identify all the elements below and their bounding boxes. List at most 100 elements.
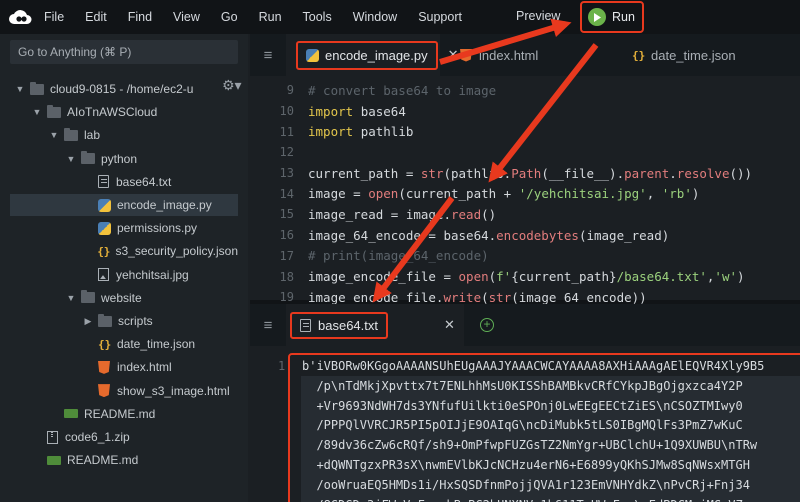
preview-button[interactable]: Preview — [516, 9, 560, 23]
code-text: # convert base64 to image — [308, 82, 497, 98]
menu-go[interactable]: Go — [221, 10, 238, 24]
cloud9-logo[interactable] — [0, 0, 40, 34]
code-editor-pane: ≡ encode_image.py ✕ index.html {} date_t… — [250, 34, 800, 325]
folder-icon — [81, 290, 95, 304]
tree-item[interactable]: README.md — [10, 449, 238, 471]
tab-encode-image[interactable]: encode_image.py ✕ — [286, 34, 459, 76]
tree-item[interactable]: {} s3_security_policy.json — [10, 240, 238, 262]
tree-item[interactable]: {} date_time.json — [10, 333, 238, 355]
tree-item[interactable]: show_s3_image.html — [10, 380, 238, 402]
menu-support[interactable]: Support — [418, 10, 462, 24]
tab-label: date_time.json — [651, 47, 736, 63]
code-line: 14 image = open(current_path + '/yehchits… — [250, 183, 800, 204]
code-text: image_read = image.read() — [308, 206, 497, 222]
tree-item[interactable]: index.html — [10, 356, 238, 378]
line-number: 17 — [279, 248, 294, 263]
chevron-down-icon[interactable]: ▼ — [14, 84, 26, 94]
run-button[interactable]: Run — [580, 1, 644, 33]
line-number: 10 — [279, 104, 294, 119]
tree-item[interactable]: README.md — [10, 403, 238, 425]
line-number: 9 — [286, 83, 294, 98]
chevron-right-icon[interactable]: ▶ — [82, 316, 94, 327]
image-file-icon — [98, 268, 109, 282]
tree-item[interactable]: ▼ AIoTnAWSCloud — [10, 101, 238, 123]
code-text: image = open(current_path + '/yehchitsai… — [308, 186, 700, 202]
tree-item-label: encode_image.py — [117, 198, 212, 212]
go-to-anything-input[interactable]: Go to Anything (⌘ P) — [10, 40, 238, 64]
tree-item[interactable]: ▼ python — [10, 148, 238, 170]
tree-item-label: base64.txt — [116, 174, 172, 189]
close-icon[interactable]: ✕ — [444, 317, 455, 333]
cloud-logo-icon — [9, 10, 32, 24]
code-line: 10 import base64 — [250, 101, 800, 122]
html-file-icon — [98, 384, 110, 398]
code-text: current_path = str(pathlib.Path(__file__… — [308, 165, 753, 181]
menu-run[interactable]: Run — [259, 10, 282, 24]
json-file-icon: {} — [97, 244, 111, 258]
plus-icon: + — [480, 318, 494, 332]
output-line: /ooWruaEQ5HMDs1i/HxSQSDfnmPojjQVA1r123Em… — [302, 477, 750, 492]
tree-item-label: date_time.json — [117, 337, 196, 352]
code-text: image_encode_file.write(str(image_64_enc… — [308, 289, 647, 305]
code-line: 15 image_read = image.read() — [250, 204, 800, 225]
tree-item[interactable]: yehchitsai.jpg — [10, 264, 238, 286]
line-number: 13 — [279, 166, 294, 181]
tree-item-label: show_s3_image.html — [117, 383, 230, 398]
tree-item[interactable]: ▼ website — [10, 287, 238, 309]
tree-item[interactable]: encode_image.py — [10, 194, 238, 216]
folder-icon — [98, 313, 112, 327]
tree-item[interactable]: code6_1.zip — [10, 426, 238, 448]
play-icon — [588, 8, 606, 26]
code-text: import base64 — [308, 103, 406, 119]
tree-item-label: index.html — [117, 360, 172, 375]
json-file-icon: {} — [98, 337, 112, 351]
line-number: 1 — [278, 359, 286, 373]
chevron-down-icon[interactable]: ▼ — [48, 130, 60, 140]
chevron-down-icon[interactable]: ▼ — [65, 293, 77, 303]
python-file-icon — [98, 221, 111, 235]
line-number: 16 — [279, 228, 294, 243]
code-line: 12 — [250, 142, 800, 163]
editor-tab-bar: ≡ encode_image.py ✕ index.html {} date_t… — [250, 34, 800, 76]
menu-find[interactable]: Find — [128, 10, 152, 24]
code-text: # print(image_64_encode) — [308, 248, 489, 264]
code-content[interactable]: 9 # convert base64 to image 10 import base6… — [250, 80, 800, 328]
menu-window[interactable]: Window — [353, 10, 397, 24]
tab-menu-icon[interactable]: ≡ — [250, 304, 286, 346]
tree-item-label: README.md — [67, 453, 139, 468]
chevron-down-icon[interactable]: ▼ — [65, 154, 77, 164]
editor-area: ≡ encode_image.py ✕ index.html {} date_t… — [250, 34, 800, 502]
output-line: +Vr9693NdWH7ds3YNfufUilkti0eSPOnj0LwEEgE… — [302, 398, 743, 413]
menu-tools[interactable]: Tools — [303, 10, 332, 24]
zip-file-icon — [47, 430, 58, 444]
menu-view[interactable]: View — [173, 10, 200, 24]
new-tab-button[interactable]: + — [464, 304, 504, 346]
tab-index-html[interactable]: index.html — [440, 34, 610, 76]
code-text: import pathlib — [308, 124, 414, 140]
tree-item-label: cloud9-0815 - /home/ec2-u — [50, 82, 194, 96]
line-number: 11 — [279, 124, 294, 139]
code-line: 17 # print(image_64_encode) — [250, 246, 800, 267]
output-line: b'iVBORw0KGgoAAAANSUhEUgAAAJYAAACWCAYAAA… — [302, 359, 765, 373]
folder-icon — [81, 151, 95, 165]
tree-item[interactable]: ▼ lab — [10, 124, 238, 146]
tree-item-label: s3_security_policy.json — [115, 244, 238, 259]
tab-base64-txt[interactable]: base64.txt ✕ — [286, 304, 464, 346]
chevron-down-icon[interactable]: ▼ — [31, 107, 43, 117]
python-file-icon — [98, 198, 111, 212]
tree-item[interactable]: base64.txt — [10, 171, 238, 193]
tree-item[interactable]: ▼ cloud9-0815 - /home/ec2-u — [10, 78, 238, 100]
tree-item[interactable]: permissions.py — [10, 217, 238, 239]
tree-item[interactable]: ▶ scripts — [10, 310, 238, 332]
line-number: 12 — [279, 145, 294, 160]
tab-menu-icon[interactable]: ≡ — [250, 34, 286, 76]
menu-file[interactable]: File — [44, 10, 64, 24]
tab-date-time-json[interactable]: {} date_time.json — [610, 34, 790, 76]
menu-edit[interactable]: Edit — [85, 10, 107, 24]
code-line: 13 current_path = str(pathlib.Path(__file… — [250, 163, 800, 184]
line-number: 19 — [279, 290, 294, 305]
output-line: /89dv36cZw6cRQf/sh9+OmPfwpFUZGsTZ2NmYgr+… — [302, 438, 758, 453]
code-line: 11 import pathlib — [250, 121, 800, 142]
output-line: +dQWNTgzxPR3sX\nwmEVlbKJcNCHzu4erN6+E689… — [302, 458, 750, 472]
text-file-icon — [98, 175, 109, 189]
